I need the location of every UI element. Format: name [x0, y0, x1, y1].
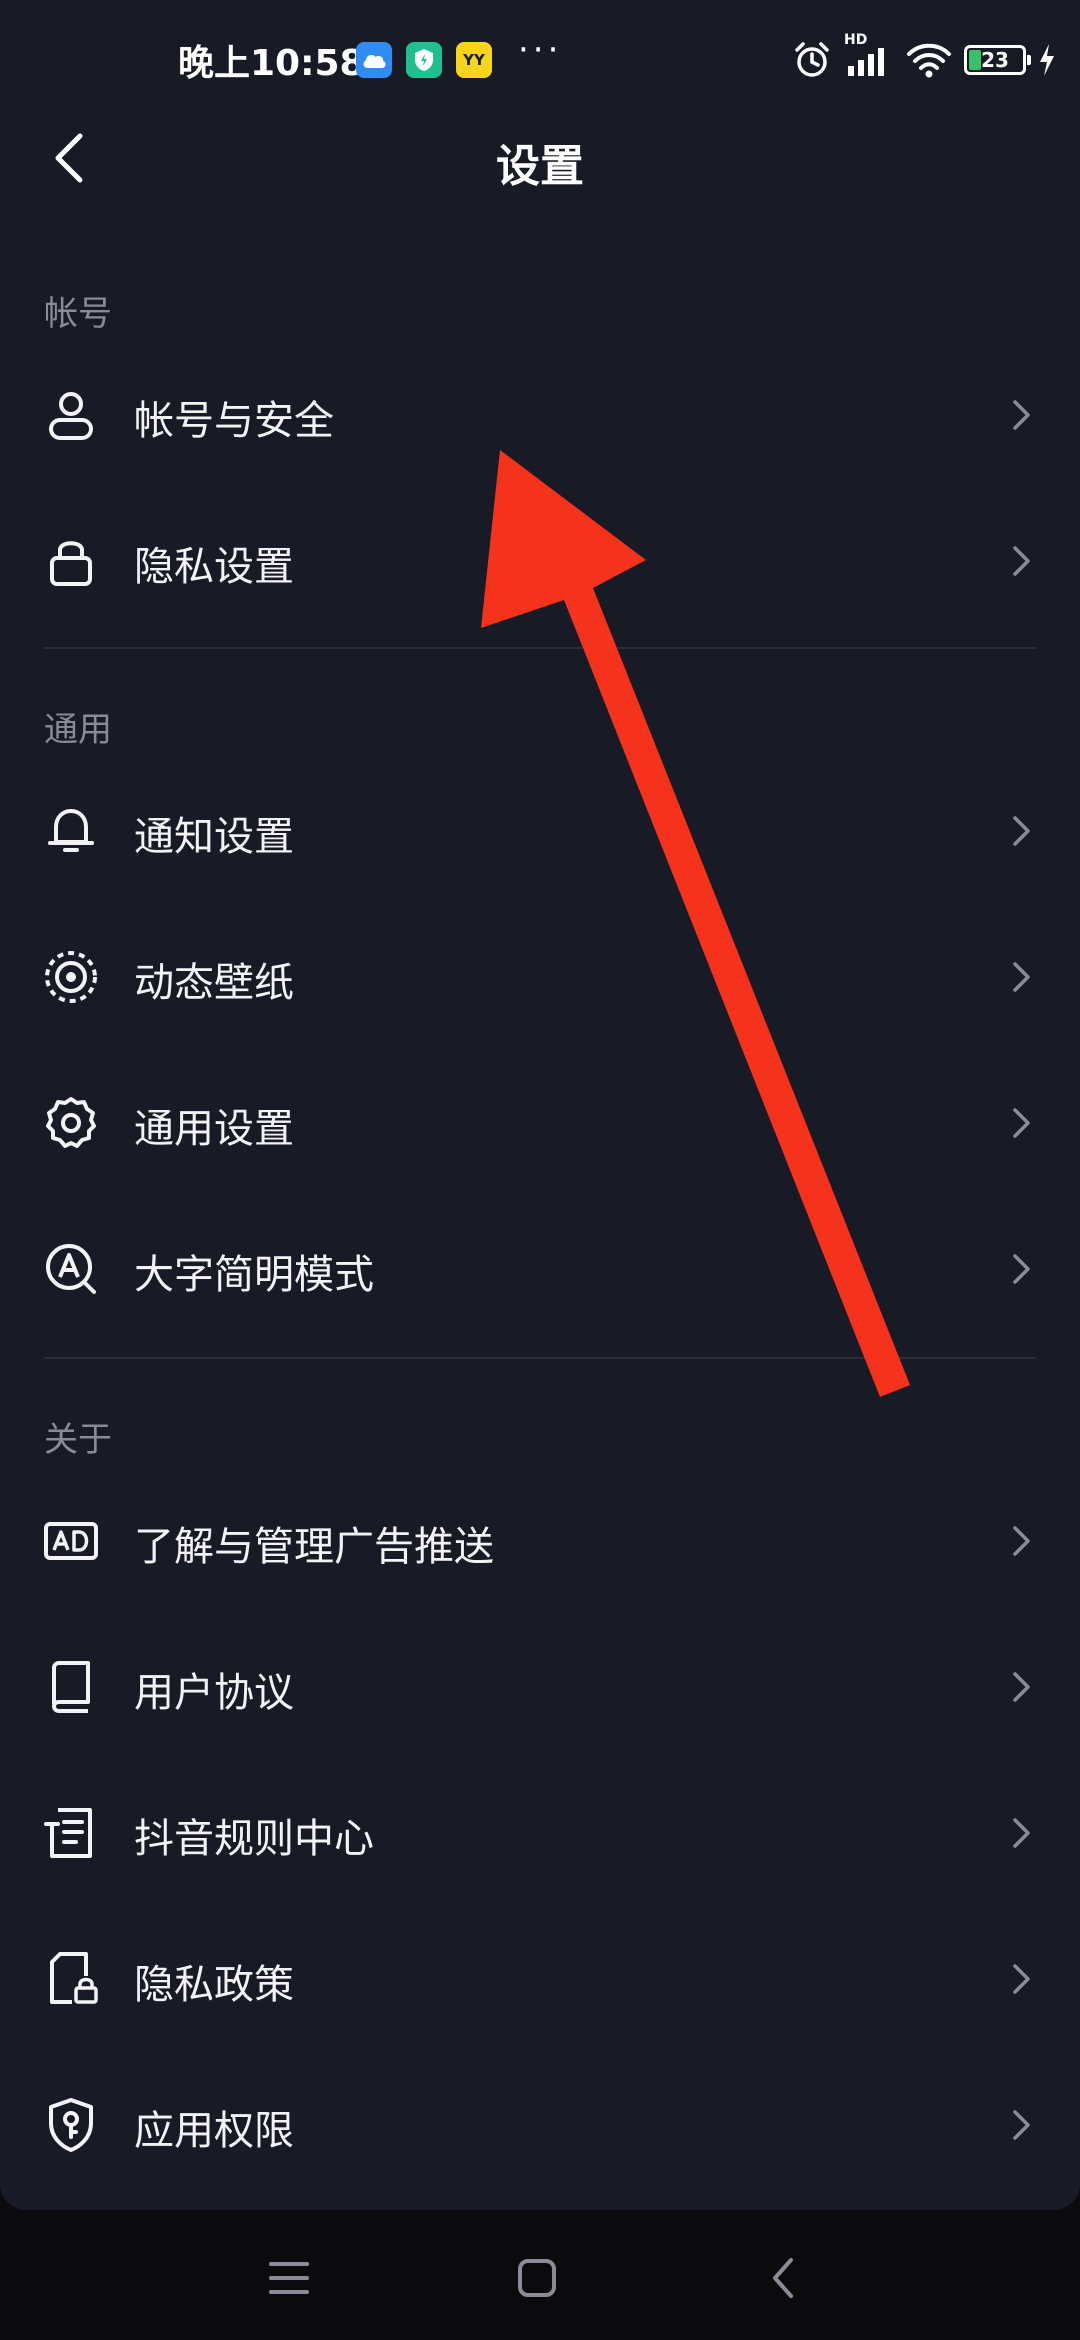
alarm-icon [795, 42, 829, 77]
battery-fill [969, 50, 981, 70]
settings-row-privacy[interactable]: 隐私设置 [0, 488, 1080, 634]
row-label: 大字简明模式 [134, 1252, 374, 1298]
live-wallpaper-icon [45, 951, 97, 1003]
settings-row-user-agreement[interactable]: 用户协议 [0, 1614, 1080, 1760]
row-label: 帐号与安全 [134, 398, 334, 444]
section-divider [44, 647, 1036, 649]
chevron-right-icon [1013, 1964, 1030, 1994]
back-nav-icon[interactable] [755, 2248, 815, 2308]
chevron-right-icon [1013, 962, 1030, 992]
battery-icon: 23 [964, 45, 1031, 75]
chevron-right-icon [1013, 816, 1030, 846]
settings-row-notifications[interactable]: 通知设置 [0, 758, 1080, 904]
cloud-app-icon [356, 42, 392, 78]
row-label: 用户协议 [134, 1670, 294, 1716]
more-notifications-icon: ··· [518, 30, 563, 70]
page-title: 设置 [496, 141, 584, 192]
chevron-right-icon [1013, 1108, 1030, 1138]
settings-row-account-security[interactable]: 帐号与安全 [0, 342, 1080, 488]
row-label: 隐私设置 [134, 544, 294, 590]
section-title-about: 关于 [44, 1420, 112, 1460]
lock-icon [50, 541, 92, 586]
system-nav-bar [0, 2210, 1080, 2340]
large-font-icon [46, 1244, 96, 1294]
battery-level: 23 [981, 48, 1009, 72]
charging-icon [1040, 44, 1054, 76]
chevron-right-icon [1013, 1818, 1030, 1848]
row-label: 了解与管理广告推送 [134, 1524, 494, 1570]
row-label: 应用权限 [134, 2108, 294, 2154]
bell-icon [48, 809, 94, 852]
section-title-general: 通用 [44, 710, 112, 750]
row-label: 隐私政策 [134, 1962, 294, 2008]
row-label: 通知设置 [134, 814, 294, 860]
chevron-right-icon [1013, 1526, 1030, 1556]
settings-screen: 晚上10:58 YY ··· HD 23 设置 帐号 帐号与安全 隐私设置 通用… [0, 0, 1080, 2210]
wifi-icon [907, 43, 951, 78]
settings-row-privacy-policy[interactable]: 隐私政策 [0, 1906, 1080, 2052]
document-list-icon [44, 1808, 92, 1858]
menu-icon[interactable] [259, 2248, 319, 2308]
chevron-right-icon [1013, 546, 1030, 576]
settings-row-live-wallpaper[interactable]: 动态壁纸 [0, 904, 1080, 1050]
gear-icon [46, 1097, 96, 1148]
chevron-right-icon [1013, 1672, 1030, 1702]
status-indicators: HD 23 [792, 32, 1056, 84]
yy-app-icon: YY [456, 42, 492, 78]
chevron-right-icon [1013, 1254, 1030, 1284]
settings-row-rules-center[interactable]: 抖音规则中心 [0, 1760, 1080, 1906]
row-label: 通用设置 [134, 1106, 294, 1152]
home-icon[interactable] [507, 2248, 567, 2308]
person-icon [49, 392, 93, 440]
ad-icon [44, 1522, 98, 1560]
row-label: 动态壁纸 [134, 960, 294, 1006]
book-icon [52, 1661, 90, 1713]
shield-app-icon [406, 42, 442, 78]
chevron-right-icon [1013, 2110, 1030, 2140]
settings-row-large-font-mode[interactable]: 大字简明模式 [0, 1196, 1080, 1342]
file-lock-icon [50, 1952, 98, 2004]
header: 设置 [0, 120, 1080, 200]
section-divider [44, 1357, 1036, 1359]
settings-row-app-permissions[interactable]: 应用权限 [0, 2052, 1080, 2198]
shield-key-icon [49, 2098, 93, 2152]
signal-icon: HD [844, 32, 894, 80]
status-bar: 晚上10:58 YY ··· HD 23 [0, 0, 1080, 120]
settings-row-ad-management[interactable]: 了解与管理广告推送 [0, 1468, 1080, 1614]
settings-row-general[interactable]: 通用设置 [0, 1050, 1080, 1196]
row-label: 抖音规则中心 [134, 1816, 374, 1862]
chevron-right-icon [1013, 400, 1030, 430]
section-title-account: 帐号 [44, 294, 112, 334]
yy-app-label: YY [463, 51, 485, 69]
status-time: 晚上10:58 [178, 43, 365, 84]
